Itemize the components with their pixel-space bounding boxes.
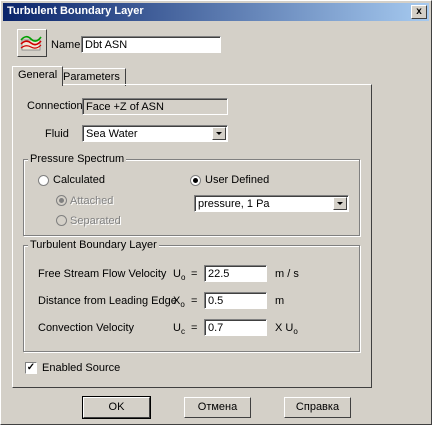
distance-label: Distance from Leading Edge — [38, 295, 177, 307]
general-tab-panel: Connection Face +Z of ASN Fluid Sea Wate… — [12, 84, 372, 388]
ok-button[interactable]: OK — [82, 396, 151, 419]
chevron-down-icon[interactable] — [333, 197, 347, 210]
calculated-radio[interactable] — [38, 175, 49, 186]
convection-symbol: Uc — [173, 322, 185, 336]
user-defined-dropdown[interactable]: pressure, 1 Pa — [194, 195, 349, 212]
title-bar[interactable]: Turbulent Boundary Layer x — [3, 3, 429, 21]
attached-radio[interactable] — [56, 195, 67, 206]
free-stream-equals: = — [191, 268, 198, 280]
fluid-value: Sea Water — [86, 128, 138, 140]
convection-equals: = — [191, 322, 198, 334]
turbulent-boundary-layer-group: Turbulent Boundary Layer Free Stream Flo… — [23, 239, 360, 352]
distance-symbol-sub: o — [180, 300, 185, 310]
free-stream-unit: m / s — [275, 268, 299, 280]
help-button[interactable]: Справка — [284, 397, 351, 418]
tab-general[interactable]: General — [12, 66, 64, 86]
fluid-dropdown[interactable]: Sea Water — [82, 125, 228, 142]
distance-unit: m — [275, 295, 285, 307]
free-stream-field[interactable]: 22.5 — [204, 265, 267, 282]
attached-label: Attached — [70, 195, 114, 207]
close-button[interactable]: x — [411, 5, 427, 19]
distance-equals: = — [191, 295, 198, 307]
convection-symbol-main: U — [173, 322, 181, 334]
name-label: Name — [51, 39, 81, 51]
distance-field[interactable]: 0.5 — [204, 292, 267, 309]
user-defined-label: User Defined — [205, 174, 270, 186]
free-stream-symbol-main: U — [173, 268, 181, 280]
chevron-down-icon[interactable] — [212, 127, 226, 140]
boundary-layer-icon — [17, 29, 47, 57]
pressure-spectrum-group: Pressure Spectrum Calculated Attached Se… — [23, 153, 360, 236]
convection-field[interactable]: 0.7 — [204, 319, 267, 336]
distance-symbol: Xo — [173, 295, 185, 309]
separated-radio[interactable] — [56, 215, 67, 226]
enabled-source-label: Enabled Source — [42, 362, 121, 374]
connection-label: Connection — [27, 100, 83, 112]
free-stream-symbol-sub: o — [180, 273, 186, 283]
tbl-group-title: Turbulent Boundary Layer — [28, 239, 159, 251]
fluid-label: Fluid — [45, 128, 69, 140]
convection-unit: X Uo — [275, 322, 298, 336]
cancel-button[interactable]: Отмена — [184, 397, 251, 418]
separated-label: Separated — [70, 215, 121, 227]
free-stream-symbol: Uo — [173, 268, 185, 282]
free-stream-label: Free Stream Flow Velocity — [38, 268, 167, 280]
dialog-window: Turbulent Boundary Layer x Name Dbt ASN … — [0, 0, 432, 425]
convection-label: Convection Velocity — [38, 322, 134, 334]
convection-symbol-sub: c — [180, 327, 185, 337]
enabled-source-checkbox[interactable]: ✓ — [25, 362, 37, 374]
pressure-spectrum-title: Pressure Spectrum — [28, 153, 127, 165]
name-field[interactable]: Dbt ASN — [81, 36, 221, 53]
window-title: Turbulent Boundary Layer — [7, 5, 144, 17]
calculated-label: Calculated — [53, 174, 105, 186]
convection-unit-main: X U — [275, 322, 294, 334]
user-defined-value: pressure, 1 Pa — [198, 198, 270, 210]
connection-field: Face +Z of ASN — [82, 98, 228, 115]
user-defined-radio[interactable] — [190, 175, 201, 186]
convection-unit-sub: o — [293, 327, 298, 337]
